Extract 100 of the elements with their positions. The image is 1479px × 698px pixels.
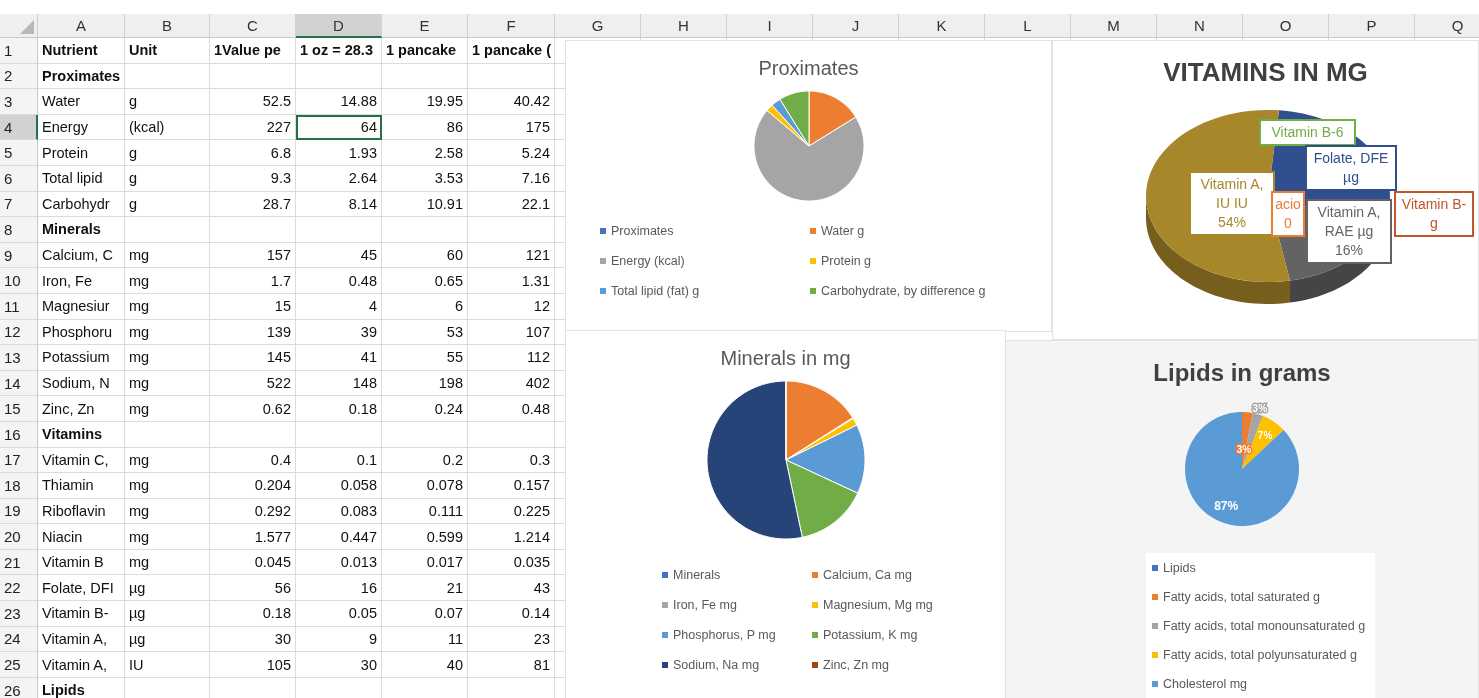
table-cell: 53 — [382, 319, 468, 346]
table-cell: 0.48 — [296, 268, 382, 294]
table-cell: mg — [125, 549, 210, 576]
row-header[interactable]: 18 — [0, 473, 38, 499]
chart-title: Lipids in grams — [1153, 359, 1331, 387]
table-cell: 30 — [210, 626, 296, 653]
table-cell: 3.53 — [382, 165, 468, 192]
row-header[interactable]: 11 — [0, 293, 38, 320]
legend-label: Protein g — [821, 254, 872, 268]
table-cell: 112 — [468, 345, 555, 371]
row-header[interactable]: 3 — [0, 89, 38, 115]
row-header[interactable]: 6 — [0, 165, 38, 192]
row-header[interactable]: 15 — [0, 396, 38, 422]
row-header[interactable]: 23 — [0, 601, 38, 627]
row-header[interactable]: 13 — [0, 345, 38, 371]
row-header[interactable]: 21 — [0, 549, 38, 576]
row-header[interactable]: 19 — [0, 498, 38, 525]
column-header[interactable]: J — [813, 14, 899, 38]
table-cell: mg — [125, 242, 210, 269]
row-header[interactable]: 17 — [0, 447, 38, 474]
table-cell: 402 — [468, 370, 555, 397]
table-cell: 2.64 — [296, 165, 382, 192]
table-cell: 28.7 — [210, 191, 296, 218]
column-header[interactable]: E — [382, 14, 468, 38]
table-cell: 1 pancake — [382, 38, 468, 64]
row-header[interactable]: 12 — [0, 319, 38, 346]
row-header[interactable]: 4 — [0, 114, 38, 141]
row-header[interactable]: 26 — [0, 677, 38, 698]
column-header[interactable]: H — [641, 14, 727, 38]
row-header[interactable]: 9 — [0, 242, 38, 269]
column-header[interactable]: B — [125, 14, 210, 38]
column-header[interactable]: N — [1157, 14, 1243, 38]
select-all-icon[interactable] — [20, 20, 34, 34]
column-header[interactable]: C — [210, 14, 296, 38]
table-cell: mg — [125, 345, 210, 371]
table-cell: Niacin — [38, 524, 125, 550]
table-cell: 0.05 — [296, 601, 382, 627]
table-cell: 145 — [210, 345, 296, 371]
row-header[interactable]: 1 — [0, 38, 38, 64]
row-header[interactable]: 8 — [0, 217, 38, 243]
column-header[interactable]: O — [1243, 14, 1329, 38]
table-cell: mg — [125, 524, 210, 550]
table-cell: 0.62 — [210, 396, 296, 422]
table-cell: Water — [38, 89, 125, 115]
table-cell: 19.95 — [382, 89, 468, 115]
table-cell: 0.14 — [468, 601, 555, 627]
column-header[interactable]: K — [899, 14, 985, 38]
table-cell: 1 oz = 28.3 — [296, 38, 382, 64]
column-header[interactable]: D — [296, 14, 382, 38]
row-header[interactable]: 24 — [0, 626, 38, 653]
table-cell: 1.31 — [468, 268, 555, 294]
table-cell: 1.7 — [210, 268, 296, 294]
column-header[interactable]: G — [555, 14, 641, 38]
table-cell: 41 — [296, 345, 382, 371]
table-cell: Carbohydr — [38, 191, 125, 218]
data-label: 87% — [1214, 498, 1239, 513]
table-cell: 105 — [210, 652, 296, 678]
table-cell: 0.017 — [382, 549, 468, 576]
row-header[interactable]: 10 — [0, 268, 38, 294]
table-cell: 43 — [468, 575, 555, 602]
table-cell: Total lipid — [38, 165, 125, 192]
row-header[interactable]: 20 — [0, 524, 38, 550]
table-cell: 0.2 — [382, 447, 468, 474]
column-header[interactable]: M — [1071, 14, 1157, 38]
row-header[interactable]: 5 — [0, 140, 38, 166]
table-cell: 40 — [382, 652, 468, 678]
row-header[interactable]: 14 — [0, 370, 38, 397]
column-header[interactable]: F — [468, 14, 555, 38]
column-header[interactable]: L — [985, 14, 1071, 38]
legend-label: Energy (kcal) — [611, 254, 685, 268]
legend-label: Phosphorus, P mg — [673, 628, 776, 642]
table-cell: 0.058 — [296, 473, 382, 499]
row-header[interactable]: 25 — [0, 652, 38, 678]
table-cell: 0.035 — [468, 549, 555, 576]
column-header[interactable]: P — [1329, 14, 1415, 38]
column-header[interactable]: I — [727, 14, 813, 38]
table-cell: 0.24 — [382, 396, 468, 422]
row-header[interactable]: 7 — [0, 191, 38, 218]
row-header[interactable]: 16 — [0, 421, 38, 448]
table-cell: mg — [125, 396, 210, 422]
table-cell: Vitamin A, — [38, 652, 125, 678]
row-header[interactable]: 2 — [0, 63, 38, 90]
table-cell: 0.157 — [468, 473, 555, 499]
table-cell: 121 — [468, 242, 555, 269]
table-cell: 21 — [382, 575, 468, 602]
table-cell: 52.5 — [210, 89, 296, 115]
table-cell: µg — [125, 575, 210, 602]
chart-title: VITAMINS IN MG — [1163, 57, 1368, 88]
table-cell: g — [125, 191, 210, 218]
table-cell: Lipids — [38, 677, 125, 698]
table-cell: 15 — [210, 293, 296, 320]
table-cell: Iron, Fe — [38, 268, 125, 294]
table-cell: Riboflavin — [38, 498, 125, 525]
table-cell: 8.14 — [296, 191, 382, 218]
table-cell: 55 — [382, 345, 468, 371]
row-header[interactable]: 22 — [0, 575, 38, 602]
column-header[interactable]: Q — [1415, 14, 1479, 38]
legend-label: Fatty acids, total monounsaturated g — [1163, 619, 1366, 633]
column-header[interactable]: A — [38, 14, 125, 38]
table-cell: 0.045 — [210, 549, 296, 576]
